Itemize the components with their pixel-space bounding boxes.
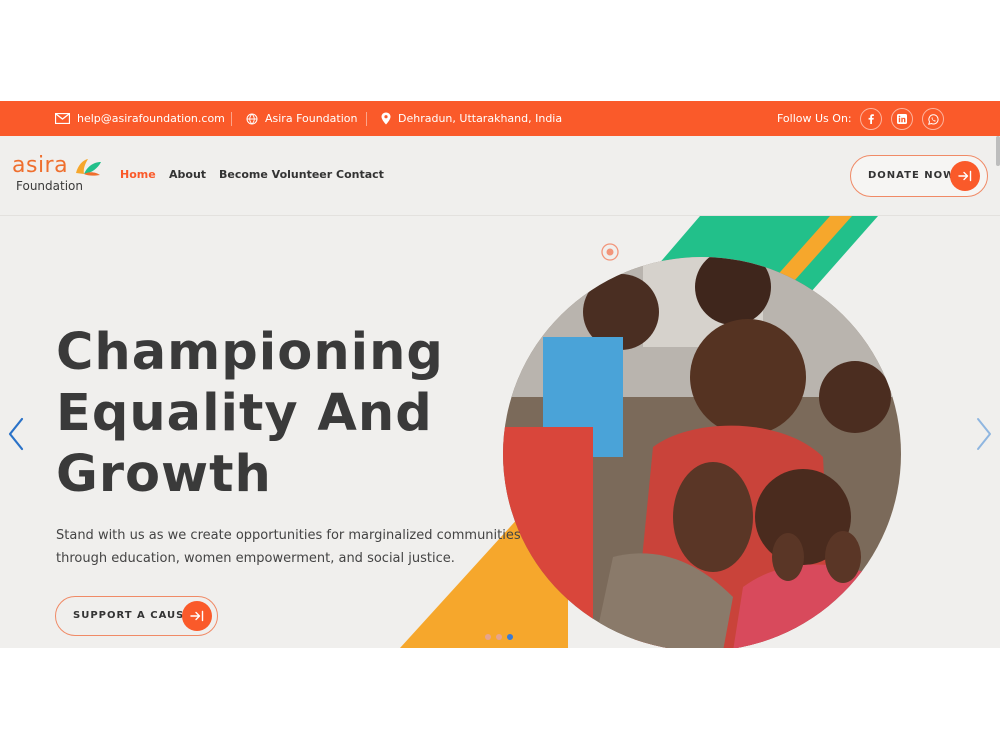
topbar-location: Dehradun, Uttarakhand, India xyxy=(381,101,562,136)
support-a-cause-label: SUPPORT A CAUSE xyxy=(73,610,193,621)
support-a-cause-button[interactable]: SUPPORT A CAUSE xyxy=(55,596,218,636)
follow-label-text: Follow Us On: xyxy=(777,112,852,125)
location-pin-icon xyxy=(381,112,391,125)
facebook-link[interactable] xyxy=(860,108,882,130)
arrow-circle xyxy=(182,601,212,631)
nav-home[interactable]: Home xyxy=(120,168,156,181)
main-navbar: asira Foundation Home About Become Volun… xyxy=(0,136,1000,216)
logo-wordmark: asira xyxy=(12,153,69,178)
nav-contact[interactable]: Contact xyxy=(336,168,384,181)
logo-subtitle: Foundation xyxy=(16,179,83,193)
hero-title-line: Championing xyxy=(56,323,444,382)
slider-prev-arrow-icon[interactable] xyxy=(6,416,26,452)
leaf-icon xyxy=(76,159,101,176)
top-bar: help@asirafoundation.com Asira Foundatio… xyxy=(0,101,1000,136)
children-photo xyxy=(503,257,901,648)
slider-dot[interactable] xyxy=(485,634,491,640)
hero-photo-children xyxy=(503,257,901,648)
nav-about[interactable]: About xyxy=(169,168,206,181)
linkedin-icon xyxy=(897,114,907,124)
follow-label: Follow Us On: xyxy=(777,101,852,136)
facebook-icon xyxy=(868,114,874,124)
whatsapp-link[interactable] xyxy=(922,108,944,130)
slider-pagination xyxy=(485,634,513,640)
scrollbar-thumb[interactable] xyxy=(996,136,1000,166)
topbar-org-text: Asira Foundation xyxy=(265,112,358,125)
nav-become-volunteer[interactable]: Become Volunteer xyxy=(219,168,332,181)
logo[interactable]: asira Foundation xyxy=(12,153,104,197)
arrow-right-to-bar-icon xyxy=(958,170,972,182)
hero-title-line: Growth xyxy=(56,445,272,504)
mail-icon xyxy=(55,113,70,124)
arrow-circle xyxy=(950,161,980,191)
arrow-right-to-bar-icon xyxy=(190,610,204,622)
topbar-org[interactable]: Asira Foundation xyxy=(246,101,357,136)
donate-now-button[interactable]: DONATE NOW xyxy=(850,155,988,197)
topbar-divider xyxy=(231,112,232,126)
hero-subtitle-line: through education, women empowerment, an… xyxy=(56,551,455,566)
slider-next-arrow-icon[interactable] xyxy=(974,416,994,452)
topbar-divider xyxy=(366,112,367,126)
hero-slider: Championing Equality And Growth Stand wi… xyxy=(0,216,1000,648)
whatsapp-icon xyxy=(927,113,939,125)
topbar-email-text: help@asirafoundation.com xyxy=(77,112,225,125)
donate-now-label: DONATE NOW xyxy=(868,170,956,181)
hero-title-line: Equality And xyxy=(56,384,433,443)
page: help@asirafoundation.com Asira Foundatio… xyxy=(0,0,1000,750)
hero-subtitle: Stand with us as we create opportunities… xyxy=(56,524,521,570)
slider-dot[interactable] xyxy=(496,634,502,640)
hero-title: Championing Equality And Growth xyxy=(56,322,444,505)
topbar-email[interactable]: help@asirafoundation.com xyxy=(55,101,225,136)
linkedin-link[interactable] xyxy=(891,108,913,130)
globe-icon xyxy=(246,113,258,124)
slider-dot-active[interactable] xyxy=(507,634,513,640)
topbar-location-text: Dehradun, Uttarakhand, India xyxy=(398,112,563,125)
hero-subtitle-line: Stand with us as we create opportunities… xyxy=(56,528,521,543)
